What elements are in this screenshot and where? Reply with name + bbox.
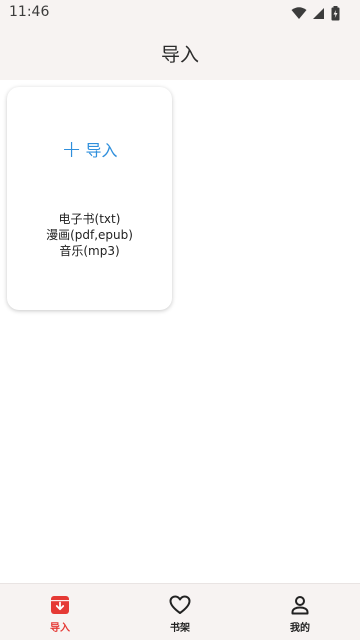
app-bar: 导入 (0, 26, 360, 80)
bottom-nav: 导入 书架 我的 (0, 583, 360, 640)
plus-icon: + (61, 135, 82, 163)
import-box-icon (49, 594, 71, 616)
nav-item-bookshelf[interactable]: 书架 (120, 584, 240, 640)
format-comic: 漫画(pdf,epub) (46, 228, 133, 242)
format-music: 音乐(mp3) (59, 244, 120, 258)
format-ebook: 电子书(txt) (58, 212, 121, 226)
heart-icon (169, 594, 191, 616)
nav-item-mine[interactable]: 我的 (240, 584, 360, 640)
status-icons (291, 5, 340, 21)
supported-formats: 电子书(txt) 漫画(pdf,epub) 音乐(mp3) (7, 211, 172, 259)
status-bar: 11:46 (0, 0, 360, 26)
nav-item-import[interactable]: 导入 (0, 584, 120, 640)
wifi-icon (291, 7, 307, 19)
battery-icon (331, 5, 340, 20)
nav-label-import: 导入 (50, 623, 70, 634)
nav-label-bookshelf: 书架 (170, 623, 190, 634)
nav-label-mine: 我的 (290, 623, 310, 634)
person-icon (289, 594, 311, 616)
page-title: 导入 (160, 44, 199, 66)
import-card[interactable]: + 导入 电子书(txt) 漫画(pdf,epub) 音乐(mp3) (7, 87, 172, 310)
import-button-label: 导入 (85, 141, 118, 160)
signal-icon (313, 7, 324, 19)
status-time: 11:46 (9, 4, 50, 20)
import-button[interactable]: + 导入 (7, 137, 172, 161)
